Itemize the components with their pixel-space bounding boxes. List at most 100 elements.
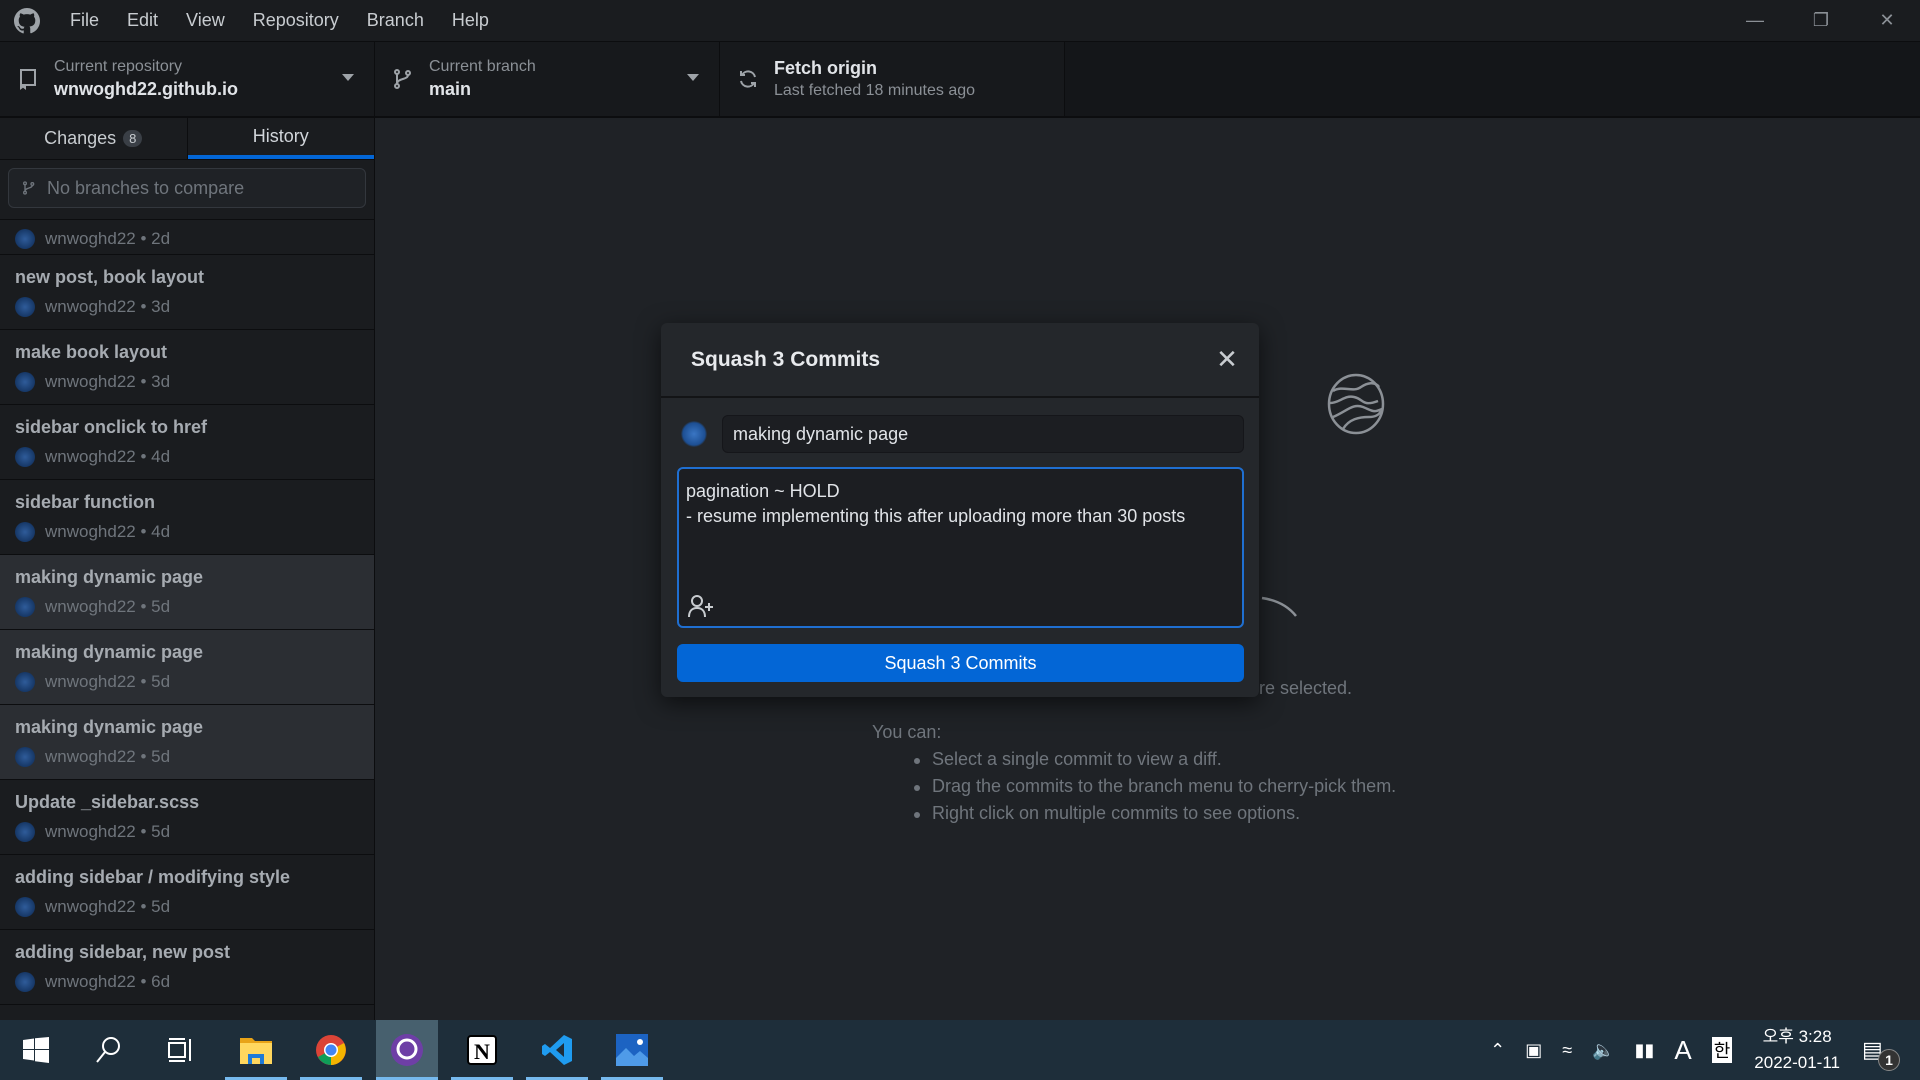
avatar	[15, 747, 35, 767]
you-can-label: You can:	[872, 722, 942, 742]
svg-text:N: N	[474, 1039, 490, 1064]
commit-list-item[interactable]: sidebar function wnwoghd22 • 4d	[0, 480, 374, 555]
commit-title: making dynamic page	[15, 717, 204, 737]
notification-center-button[interactable]: ▤ 1	[1862, 1037, 1902, 1071]
camera-icon[interactable]: ▣	[1525, 1040, 1542, 1061]
menu-branch[interactable]: Branch	[367, 10, 424, 30]
avatar	[15, 229, 35, 249]
minimize-button[interactable]: —	[1722, 0, 1788, 41]
start-button[interactable]	[5, 1020, 67, 1080]
github-desktop-icon	[391, 1034, 423, 1066]
photos-icon	[616, 1034, 648, 1066]
close-window-button[interactable]: ✕	[1854, 0, 1920, 41]
commit-meta: wnwoghd22 • 5d	[45, 597, 171, 616]
squash-commits-button[interactable]: Squash 3 Commits	[677, 644, 1244, 682]
tab-history-label: History	[252, 126, 309, 146]
vscode-icon	[542, 1035, 572, 1065]
task-view-icon	[168, 1038, 191, 1062]
commit-list[interactable]: post, ... style wnwoghd22 • 2d new post, b…	[0, 219, 374, 1020]
clock[interactable]: 오후 3:28 2022-01-11	[1754, 1024, 1840, 1076]
commit-title: making dynamic page	[15, 567, 204, 587]
branch-icon	[394, 69, 411, 89]
tip-item: Right click on multiple commits to see o…	[913, 803, 1301, 823]
sidebar: Changes 8 History No branches to compare …	[0, 118, 375, 1020]
changes-count-badge: 8	[123, 130, 143, 147]
restore-button[interactable]: ❐	[1788, 0, 1854, 41]
commit-list-item[interactable]: make book layout wnwoghd22 • 3d	[0, 330, 374, 405]
tip-item: Drag the commits to the branch menu to c…	[913, 776, 1397, 796]
commit-list-item[interactable]: new post, book layout wnwoghd22 • 3d	[0, 255, 374, 330]
selection-status-text: re selected.	[1259, 678, 1353, 698]
tab-changes[interactable]: Changes 8	[0, 118, 188, 159]
avatar	[15, 447, 35, 467]
commit-meta: wnwoghd22 • 5d	[45, 822, 171, 841]
tip-item: Select a single commit to view a diff.	[914, 749, 1222, 769]
menu-bar: File Edit View Repository Branch Help	[70, 10, 517, 31]
commit-list-item[interactable]: adding sidebar / modifying style wnwoghd2…	[0, 855, 374, 930]
avatar	[15, 597, 35, 617]
commit-list-item[interactable]: post, ... style wnwoghd22 • 2d	[0, 220, 374, 255]
branch-name: main	[429, 79, 472, 99]
windows-icon	[23, 1037, 49, 1063]
menu-edit[interactable]: Edit	[127, 10, 158, 30]
avatar	[15, 897, 35, 917]
taskbar-notion[interactable]: N	[451, 1020, 513, 1080]
add-co-author-icon[interactable]	[687, 594, 715, 618]
search-icon	[96, 1037, 120, 1063]
close-dialog-button[interactable]: ✕	[1213, 345, 1241, 373]
avatar	[15, 297, 35, 317]
taskbar-file-explorer[interactable]	[225, 1020, 287, 1080]
branch-compare-input[interactable]: No branches to compare	[8, 168, 366, 208]
menu-view[interactable]: View	[186, 10, 225, 30]
branch-compare-placeholder: No branches to compare	[47, 177, 245, 198]
branch-icon	[23, 181, 35, 195]
ime-language-indicator[interactable]: A	[1674, 1035, 1691, 1066]
tab-history[interactable]: History	[187, 118, 374, 159]
globe-illustration-icon	[1327, 373, 1385, 435]
sync-icon	[740, 70, 756, 88]
avatar	[15, 372, 35, 392]
commit-list-item[interactable]: sidebar onclick to href wnwoghd22 • 4d	[0, 405, 374, 480]
battery-icon[interactable]: ▮▮	[1635, 1040, 1655, 1061]
taskbar-photos[interactable]	[601, 1020, 663, 1080]
commit-meta: wnwoghd22 • 3d	[45, 297, 171, 316]
commit-title: Update _sidebar.scss	[15, 792, 200, 812]
taskbar-github-desktop[interactable]	[376, 1020, 438, 1080]
commit-title: sidebar onclick to href	[15, 417, 208, 437]
wifi-icon[interactable]: ≈	[1562, 1040, 1572, 1061]
taskbar-vscode[interactable]	[526, 1020, 588, 1080]
commit-meta: wnwoghd22 • 3d	[45, 372, 171, 391]
repo-label: Current repository	[54, 58, 183, 75]
commit-title: sidebar function	[15, 492, 156, 512]
commit-meta: wnwoghd22 • 6d	[45, 972, 171, 991]
fetch-origin-button[interactable]: Fetch origin Last fetched 18 minutes ago	[720, 42, 1065, 116]
commit-description-textarea[interactable]: pagination ~ HOLD - resume implementing …	[677, 467, 1244, 628]
commit-list-item[interactable]: adding sidebar, new post wnwoghd22 • 6d	[0, 930, 374, 1005]
chevron-down-icon	[342, 74, 354, 81]
ime-mode-indicator[interactable]: 한	[1711, 1037, 1733, 1063]
clock-date: 2022-01-11	[1754, 1053, 1840, 1072]
avatar	[15, 672, 35, 692]
chrome-icon	[316, 1035, 346, 1065]
notification-count-badge: 1	[1878, 1049, 1900, 1071]
current-repository-button[interactable]: Current repository wnwoghd22.github.io	[0, 42, 375, 116]
taskbar-chrome[interactable]	[300, 1020, 362, 1080]
menu-file[interactable]: File	[70, 10, 99, 30]
task-view-button[interactable]	[149, 1020, 211, 1080]
chevron-up-icon[interactable]: ⌃	[1490, 1040, 1505, 1061]
fetch-status: Last fetched 18 minutes ago	[774, 82, 976, 99]
menu-repository[interactable]: Repository	[253, 10, 339, 30]
commit-meta: wnwoghd22 • 2d	[45, 229, 171, 248]
dialog-title: Squash 3 Commits	[691, 347, 881, 371]
search-button[interactable]	[77, 1020, 139, 1080]
commit-list-item[interactable]: Update _sidebar.scss wnwoghd22 • 5d	[0, 780, 374, 855]
current-branch-button[interactable]: Current branch main	[375, 42, 720, 116]
avatar	[15, 822, 35, 842]
clock-time: 오후 3:28	[1762, 1027, 1832, 1046]
menu-help[interactable]: Help	[452, 10, 489, 30]
commit-list-item[interactable]: making dynamic page wnwoghd22 • 5d	[0, 555, 374, 630]
commit-list-item[interactable]: making dynamic page wnwoghd22 • 5d	[0, 705, 374, 780]
volume-icon[interactable]: 🔈	[1592, 1040, 1614, 1061]
commit-summary-input[interactable]: making dynamic page	[722, 415, 1244, 453]
commit-list-item[interactable]: making dynamic page wnwoghd22 • 5d	[0, 630, 374, 705]
